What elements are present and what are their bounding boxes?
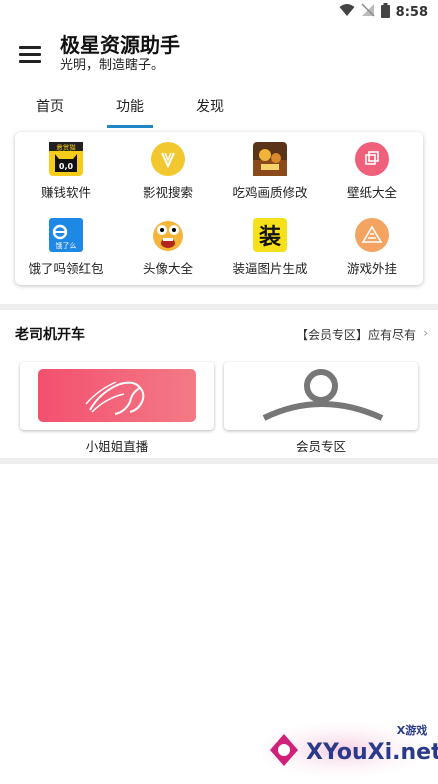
status-bar: 8:58 bbox=[0, 0, 438, 24]
live-stream-banner-icon bbox=[38, 369, 196, 422]
section-title: 老司机开车 bbox=[15, 327, 85, 343]
section-more-link[interactable]: 【会员专区】应有尽有 bbox=[296, 326, 416, 343]
wifi-icon bbox=[339, 3, 355, 21]
card-live-stream[interactable] bbox=[20, 362, 214, 430]
eleme-icon: 饿了么 bbox=[49, 218, 83, 252]
user-silhouette-icon bbox=[262, 369, 384, 421]
card-label: 小姐姐直播 bbox=[85, 439, 149, 454]
app-title: 极星资源助手 bbox=[60, 33, 180, 57]
svg-text:装: 装 bbox=[259, 225, 281, 250]
tab-features[interactable]: 功能 bbox=[90, 96, 170, 128]
tab-bar: 首页 功能 发现 bbox=[0, 84, 438, 128]
feature-wallpapers[interactable]: 壁纸大全 bbox=[321, 132, 423, 208]
watermark-badge: X游戏 bbox=[397, 723, 427, 737]
menu-button[interactable] bbox=[0, 24, 60, 84]
status-time: 8:58 bbox=[395, 4, 428, 20]
feature-label: 影视搜索 bbox=[142, 185, 193, 200]
card-label: 会员专区 bbox=[295, 439, 346, 454]
section-divider bbox=[0, 458, 438, 464]
feature-grid-card: 悬赏猫 0,0 赚钱软件 影视搜索 吃鸡画质修改 壁纸大全 饿了么 饿了吗领红包… bbox=[15, 132, 423, 285]
app-bar: 极星资源助手 光明，制造瞎子。 bbox=[0, 24, 438, 84]
wallpaper-icon bbox=[355, 142, 389, 176]
game-art-icon bbox=[253, 142, 287, 176]
feature-eleme-redpacket[interactable]: 饿了么 饿了吗领红包 bbox=[15, 208, 117, 285]
battery-icon bbox=[380, 2, 390, 22]
feature-label: 吃鸡画质修改 bbox=[232, 185, 308, 200]
watermark-text: XYouXi.net bbox=[306, 740, 438, 765]
svg-text:饿了么: 饿了么 bbox=[56, 241, 77, 250]
no-signal-icon bbox=[361, 3, 375, 21]
feature-label: 赚钱软件 bbox=[40, 185, 91, 200]
feature-video-search[interactable]: 影视搜索 bbox=[117, 132, 219, 208]
tab-discover[interactable]: 发现 bbox=[170, 96, 250, 128]
hamburger-icon bbox=[19, 42, 41, 67]
feature-label: 饿了吗领红包 bbox=[28, 261, 104, 276]
feature-avatars[interactable]: 头像大全 bbox=[117, 208, 219, 285]
feature-game-cheats[interactable]: 游戏外挂 bbox=[321, 208, 423, 285]
feature-label: 装逼图片生成 bbox=[232, 261, 308, 276]
app-subtitle: 光明，制造瞎子。 bbox=[60, 58, 165, 73]
feature-label: 游戏外挂 bbox=[346, 261, 397, 276]
feature-label: 壁纸大全 bbox=[346, 185, 397, 200]
chevron-right-icon[interactable]: › bbox=[423, 326, 428, 340]
zhuang-icon: 装 bbox=[253, 218, 287, 252]
card-vip-zone[interactable] bbox=[224, 362, 418, 430]
game-cheat-icon bbox=[355, 218, 389, 252]
feature-meme-generator[interactable]: 装 装逼图片生成 bbox=[219, 208, 321, 285]
section-header: 老司机开车 【会员专区】应有尽有 › bbox=[0, 318, 438, 348]
feature-pubg-graphics[interactable]: 吃鸡画质修改 bbox=[219, 132, 321, 208]
feature-label: 头像大全 bbox=[142, 261, 193, 276]
svg-text:0,0: 0,0 bbox=[59, 162, 74, 171]
video-search-icon bbox=[151, 142, 185, 176]
feature-money-apps[interactable]: 悬赏猫 0,0 赚钱软件 bbox=[15, 132, 117, 208]
site-watermark: XYouXi.net X游戏 bbox=[257, 718, 438, 780]
emoji-face-icon bbox=[151, 218, 185, 252]
cat-app-icon: 悬赏猫 0,0 bbox=[49, 142, 83, 176]
section-divider bbox=[0, 304, 438, 310]
tab-home[interactable]: 首页 bbox=[10, 96, 90, 128]
svg-text:悬赏猫: 悬赏猫 bbox=[56, 143, 76, 152]
